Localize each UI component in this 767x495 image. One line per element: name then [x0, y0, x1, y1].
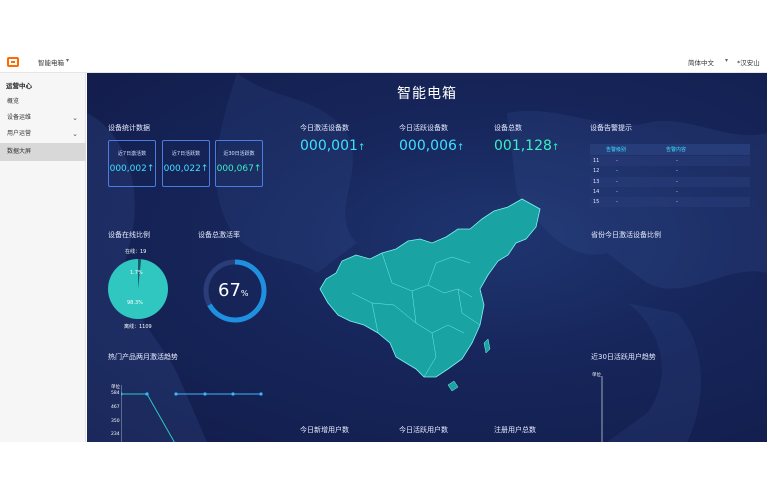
stats-section-title: 设备统计数据: [108, 124, 150, 132]
stat-value: 000,022↑: [163, 164, 209, 174]
online-ratio-title: 设备在线比例: [108, 231, 150, 239]
kpi-value-today-active: 000,006↑: [399, 138, 465, 154]
table-row: 14- -: [593, 189, 678, 195]
stat-box-7day-active: 近7日活跃数 000,022↑: [162, 140, 210, 187]
product-chevron-down-icon[interactable]: ▾: [66, 57, 69, 64]
stat-value: 000,067↑: [216, 164, 262, 174]
alarm-header-content: 告警内容: [666, 147, 687, 153]
kpi-label-today-activated: 今日激活设备数: [300, 124, 349, 132]
trend-chart-title: 热门产品两月激活趋势: [108, 353, 178, 361]
table-row: 12- -: [593, 168, 678, 174]
stat-label: 近7日活跃数: [171, 151, 201, 157]
trend-tick-label: 584: [111, 391, 120, 396]
sidebar-item-label: 用户运营: [7, 130, 32, 137]
chevron-down-icon: ⌄: [72, 130, 78, 138]
table-row: 13- -: [590, 177, 750, 187]
language-selector[interactable]: 简体中文: [688, 57, 714, 67]
offline-count-label: 离线：1109: [124, 324, 152, 330]
china-map[interactable]: [312, 193, 552, 393]
offline-pct-label: 98.3%: [127, 300, 143, 306]
stat-value: 000,002↑: [109, 164, 155, 174]
sidebar-title: 运营中心: [6, 82, 32, 90]
kpi-label-today-active-users: 今日活跃用户数: [399, 426, 448, 434]
stat-label: 近30日活跃数: [223, 151, 255, 157]
language-chevron-down-icon[interactable]: ▾: [725, 57, 728, 64]
aliyun-logo-icon[interactable]: [7, 57, 19, 67]
activation-rate-value: 67%: [218, 280, 249, 301]
table-row: 11- -: [590, 156, 750, 166]
sidebar-item-label: 概览: [7, 98, 20, 105]
alarm-header-level: 告警级别: [606, 147, 627, 153]
kpi-value-device-total: 001,128↑: [494, 138, 560, 154]
stat-box-30day-active: 近30日活跃数 000,067↑: [215, 140, 263, 187]
active-users-unit-label: 单位: [592, 373, 601, 378]
sidebar-item-data-screen[interactable]: 数据大屏: [0, 143, 86, 161]
sidebar-item-user-ops[interactable]: 用户运营 ⌄: [0, 125, 86, 143]
kpi-label-today-active: 今日活跃设备数: [399, 124, 448, 132]
sidebar: 运营中心 概览 设备运维 ⌄ 用户运营 ⌄ 数据大屏: [0, 73, 86, 442]
alarm-table-header: 告警级别 告警内容: [590, 144, 750, 155]
online-pct-label: 1.7%: [130, 270, 143, 276]
sidebar-item-label: 设备运维: [7, 114, 32, 121]
kpi-label-registered-users: 注册用户总数: [494, 426, 536, 434]
active-users-axis: [601, 376, 603, 442]
trend-tick-label: 234: [111, 432, 120, 437]
online-ratio-pie-chart: [108, 259, 168, 319]
dashboard-title: 智能电箱: [397, 86, 457, 102]
stat-label: 近7日激活数: [117, 151, 147, 157]
stat-box-7day-activated: 近7日激活数 000,002↑: [108, 140, 156, 187]
trend-tick-label: 350: [111, 419, 120, 424]
sidebar-item-label: 数据大屏: [7, 148, 32, 155]
kpi-label-today-new-users: 今日新增用户数: [300, 426, 349, 434]
trend-unit-label: 单位: [111, 385, 120, 390]
kpi-value-today-activated: 000,001↑: [300, 138, 366, 154]
account-region-selector[interactable]: *汉安山: [737, 57, 760, 67]
active-users-chart-title: 近30日活跃用户趋势: [591, 353, 656, 361]
table-row: 15- -: [590, 197, 750, 207]
trend-tick-label: 467: [111, 405, 120, 410]
activation-rate-title: 设备总激活率: [198, 231, 240, 239]
online-count-label: 在线：19: [125, 249, 147, 255]
top-navbar: 智能电箱 ▾ 简体中文 ▾ *汉安山: [0, 52, 767, 73]
kpi-label-device-total: 设备总数: [494, 124, 522, 132]
data-dashboard: 智能电箱 设备统计数据 近7日激活数 000,002↑ 近7日活跃数 000,0…: [87, 73, 767, 442]
alarm-section-title: 设备告警提示: [590, 124, 632, 132]
province-ratio-title: 省份今日激活设备比例: [591, 231, 661, 239]
product-switcher-label[interactable]: 智能电箱: [38, 57, 64, 67]
trend-line-chart: [121, 385, 263, 442]
